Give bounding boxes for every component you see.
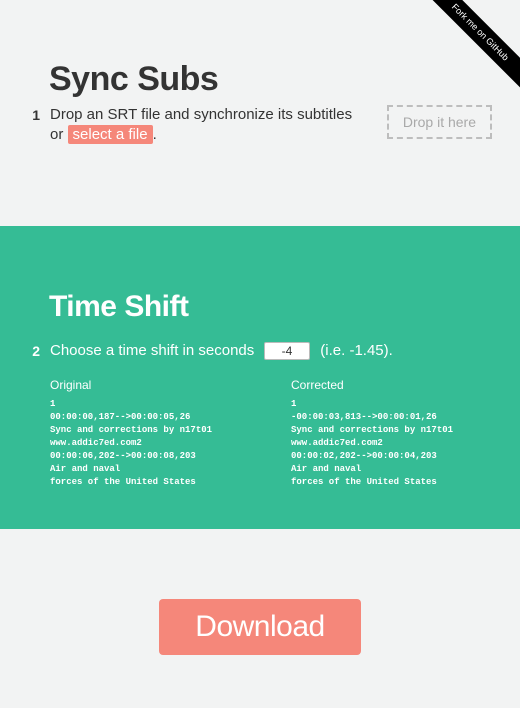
upload-desc-b: . (153, 126, 157, 143)
fork-ribbon-label: Fork me on GitHub (416, 0, 520, 96)
fork-ribbon[interactable]: Fork me on GitHub (410, 0, 520, 110)
step-number-1: 1 (28, 107, 40, 123)
step-number-2: 2 (28, 343, 40, 359)
shift-desc-a: Choose a time shift in seconds (50, 342, 254, 359)
preview-original: Original 1 00:00:00,187-->00:00:05,26 Sy… (50, 378, 251, 489)
select-file-link[interactable]: select a file (68, 125, 153, 144)
original-label: Original (50, 378, 251, 392)
section-time-shift: Time Shift 2 Choose a time shift in seco… (0, 226, 520, 529)
shift-desc-b: (i.e. -1.45). (320, 342, 393, 359)
corrected-text: 1 -00:00:03,813-->00:00:01,26 Sync and c… (291, 398, 492, 489)
original-text: 1 00:00:00,187-->00:00:05,26 Sync and co… (50, 398, 251, 489)
download-button[interactable]: Download (159, 599, 360, 655)
dropzone[interactable]: Drop it here (387, 105, 492, 139)
preview-columns: Original 1 00:00:00,187-->00:00:05,26 Sy… (28, 378, 492, 489)
corrected-label: Corrected (291, 378, 492, 392)
shift-input[interactable] (264, 342, 310, 360)
upload-instructions: Drop an SRT file and synchronize its sub… (50, 105, 363, 146)
time-shift-title: Time Shift (49, 290, 492, 324)
section-download: Download (0, 529, 520, 655)
preview-corrected: Corrected 1 -00:00:03,813-->00:00:01,26 … (291, 378, 492, 489)
dropzone-label: Drop it here (403, 114, 476, 130)
